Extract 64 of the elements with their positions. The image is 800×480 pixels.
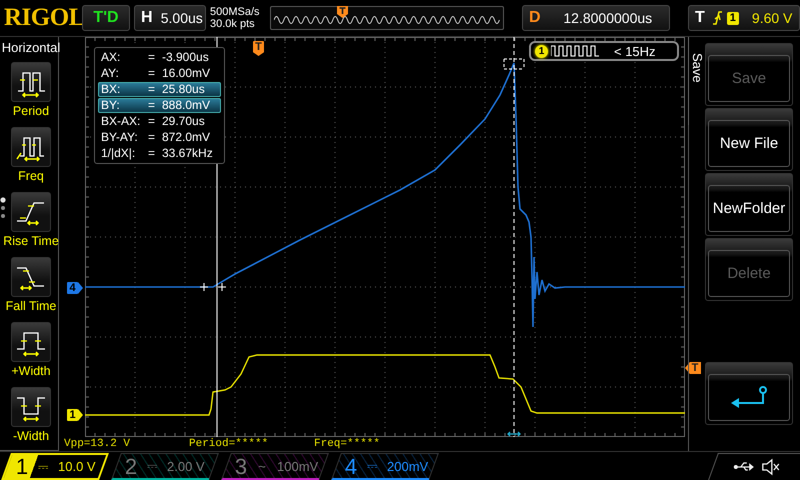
menu-label: Rise Time xyxy=(3,234,59,250)
measurement-value: Freq=***** xyxy=(314,437,382,451)
menu-label: -Width xyxy=(12,429,50,445)
delay-control[interactable]: D 12.8000000us xyxy=(522,5,670,31)
channel-tab[interactable]: 1 ⎓ 10.0 V xyxy=(1,453,109,480)
channel-number: 1 xyxy=(14,453,30,480)
frequency-counter: 1 < 15Hz xyxy=(529,41,679,61)
channel-scale: 10.0 V xyxy=(58,459,96,474)
trigger-position-icon xyxy=(337,6,348,18)
cursor-b-crosshair xyxy=(504,58,524,70)
trigger-position-marker: T xyxy=(253,41,264,56)
return-arrow-icon xyxy=(729,384,769,410)
run-status: T'D xyxy=(82,5,130,31)
speaker-muted-icon xyxy=(760,458,781,476)
channel-number: 2 xyxy=(124,452,138,480)
channel-tab[interactable]: 2 ⎓ 2.00 V xyxy=(111,453,219,480)
rise-button[interactable] xyxy=(11,192,51,232)
readout-row[interactable]: AX: = -3.900us xyxy=(98,50,221,65)
channel-tab[interactable]: 4 ⎓ 200mV xyxy=(331,453,439,480)
menu-title: Horizontal xyxy=(2,40,60,55)
trigger-level: 9.60 V xyxy=(752,10,792,26)
channel-number: 4 xyxy=(344,452,358,480)
menu-label: +Width xyxy=(11,364,51,380)
measurement-value: Period=***** xyxy=(189,437,270,451)
rising-edge-icon xyxy=(712,11,722,25)
readout-row[interactable]: BY-AY: = 872.0mV xyxy=(98,130,221,145)
channel-scale: 200mV xyxy=(387,458,428,474)
readout-row[interactable]: BX: = 25.80us xyxy=(98,82,221,97)
sample-rate: 500MSa/s xyxy=(210,6,261,18)
back-button[interactable] xyxy=(705,362,793,425)
readout-row[interactable]: AY: = 16.00mV xyxy=(98,66,221,81)
fall-button[interactable] xyxy=(11,257,51,297)
coupling-symbol: ⎓ xyxy=(146,458,158,474)
channel-scale: 2.00 V xyxy=(167,458,205,474)
menu-title: Save xyxy=(690,53,705,83)
marker-pointer-icon xyxy=(78,409,83,421)
cursor-span-icon xyxy=(507,431,521,437)
readout-row[interactable]: 1/|dX|: = 33.67kHz xyxy=(98,146,221,161)
menu-label: Period xyxy=(12,104,50,120)
softkey-button[interactable]: NewFolder xyxy=(705,173,793,236)
trigger-control[interactable]: T 1 9.60 V xyxy=(688,5,800,31)
cursor-a-crosshair xyxy=(200,282,226,292)
measurement-value: Vpp=13.2 V xyxy=(64,437,132,451)
marker-pointer-icon xyxy=(78,282,83,294)
memory-depth: 30.0k pts xyxy=(210,18,256,30)
page-indicator xyxy=(0,197,6,219)
trigger-source: 1 xyxy=(726,12,739,24)
pwidth-button[interactable] xyxy=(11,322,51,362)
coupling-symbol: ⎓ xyxy=(366,458,378,474)
period-button[interactable] xyxy=(11,62,51,102)
channel-number: 3 xyxy=(234,452,248,480)
freq-button[interactable] xyxy=(11,127,51,167)
timebase-control[interactable]: H 5.00us xyxy=(134,5,206,31)
nwidth-button[interactable] xyxy=(11,387,51,427)
softkey-button[interactable]: New File xyxy=(705,108,793,171)
menu-label: Freq xyxy=(18,169,44,185)
channel-tab[interactable]: 3 ~ 100mV xyxy=(221,453,329,480)
readout-row[interactable]: BY: = 888.0mV xyxy=(98,98,221,113)
menu-label: Fall Time xyxy=(6,299,56,315)
coupling-symbol: ⎓ xyxy=(37,458,49,474)
trigger-level-marker: T xyxy=(685,362,701,374)
channel-scale: 100mV xyxy=(277,458,318,474)
readout-row[interactable]: BX-AX: = 29.70us xyxy=(98,114,221,129)
coupling-symbol: ~ xyxy=(257,458,267,474)
